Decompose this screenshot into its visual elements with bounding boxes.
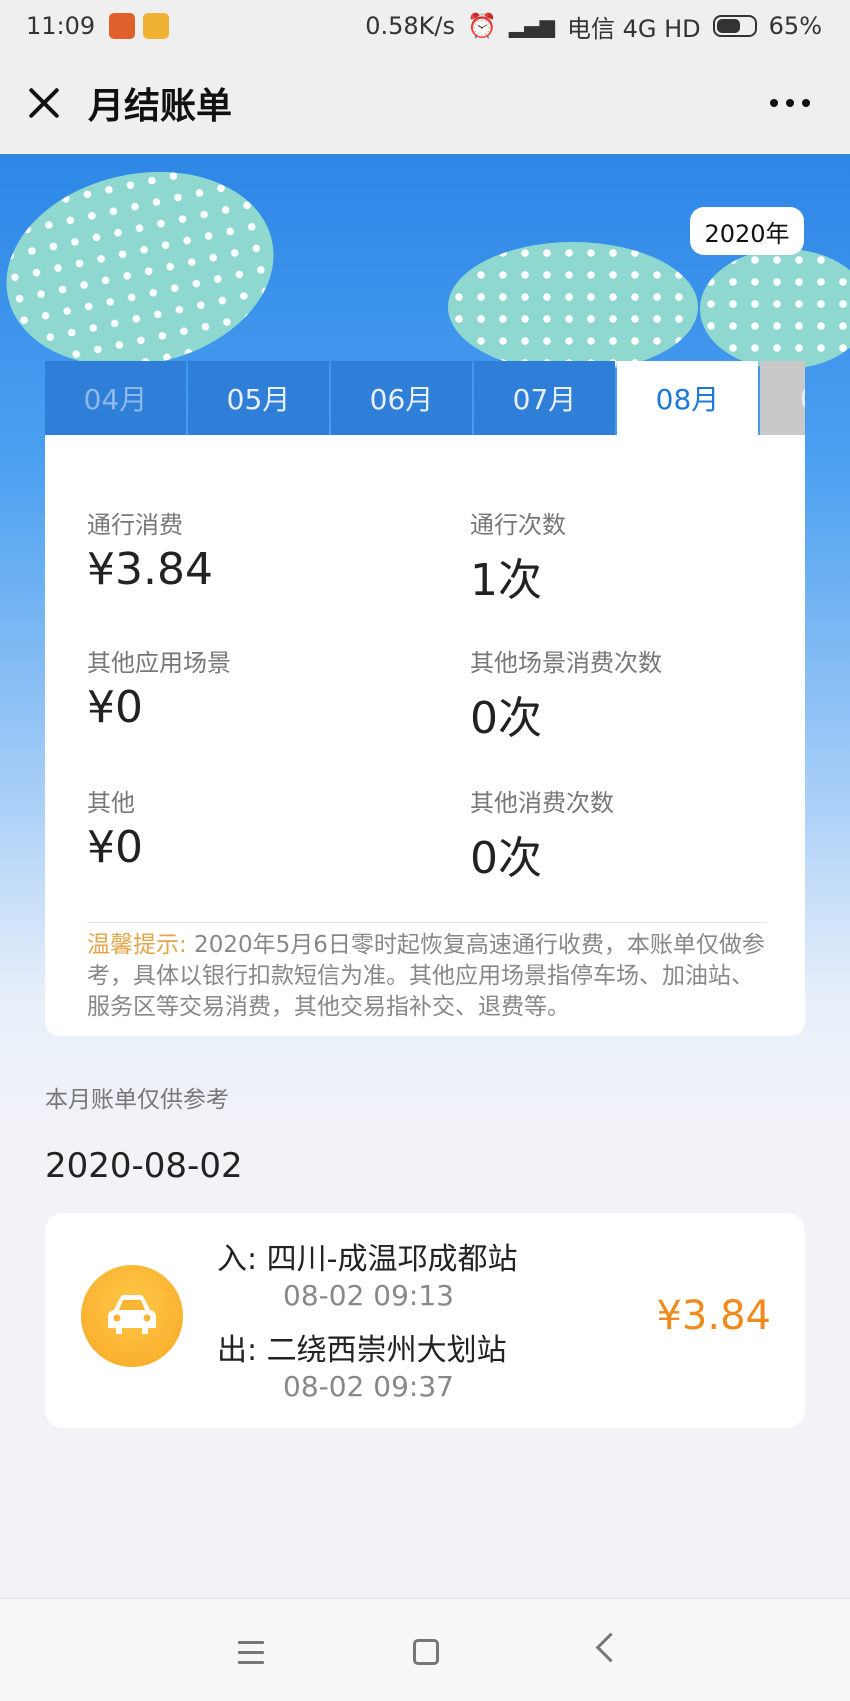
- car-icon: [108, 1295, 156, 1334]
- stat-label: 其他场景消费次数: [470, 649, 662, 677]
- trip-entry-time: 08-02 09:13: [283, 1279, 454, 1312]
- network-speed: 0.58K/s: [365, 12, 455, 40]
- stat-label: 通行消费: [87, 511, 183, 539]
- year-selector[interactable]: 2020年: [690, 207, 804, 255]
- app-notification-icon-2: [143, 13, 170, 39]
- trip-date: 2020-08-02: [45, 1146, 243, 1186]
- battery-percent: 65%: [768, 12, 822, 40]
- tip-label: 温馨提示:: [87, 932, 187, 958]
- stat-toll-spend: 通行消费 ¥3.84: [87, 505, 213, 595]
- tab-month-active[interactable]: 08月: [617, 361, 758, 435]
- battery-icon: [712, 15, 757, 37]
- stat-value: 1次: [470, 555, 542, 606]
- page-title: 月结账单: [88, 86, 233, 127]
- stat-label: 通行次数: [470, 511, 566, 539]
- tab-month[interactable]: 04月: [45, 361, 186, 435]
- stat-value: ¥0: [87, 822, 143, 873]
- system-nav-bar: [0, 1598, 850, 1701]
- trip-card[interactable]: 入: 四川-成温邛成都站 08-02 09:13 出: 二绕西崇州大划站 08-…: [45, 1213, 805, 1428]
- signal-icon: ▂▄▆: [508, 14, 555, 38]
- back-icon[interactable]: [595, 1632, 626, 1663]
- carrier-label: 电信 4G HD: [567, 14, 701, 43]
- app-notification-icon: [109, 13, 136, 39]
- tip-body: 2020年5月6日零时起恢复高速通行收费，本账单仅做参考，具体以银行扣款短信为准…: [87, 932, 765, 1020]
- stat-value: 0次: [470, 693, 542, 744]
- tab-month[interactable]: 05月: [188, 361, 329, 435]
- stat-toll-count: 通行次数 1次: [470, 505, 566, 608]
- divider: [87, 922, 767, 923]
- summary-card: 通行消费 ¥3.84 通行次数 1次 其他应用场景 ¥0 其他场景消费次数 0次…: [45, 435, 805, 1036]
- redacted-blob: [700, 249, 850, 369]
- battery-fill: [716, 19, 741, 33]
- alarm-icon: ⏰: [466, 12, 497, 40]
- trip-entry: 入: 四川-成温邛成都站: [217, 1242, 518, 1277]
- redacted-blob: [448, 242, 698, 372]
- tab-month[interactable]: 07月: [474, 361, 615, 435]
- status-time: 11:09: [26, 12, 96, 40]
- stat-label: 其他: [87, 789, 135, 817]
- status-bar: 11:09 0.58K/s ⏰ ▂▄▆ 电信 4G HD 65%: [0, 0, 850, 52]
- status-right: 0.58K/s ⏰ ▂▄▆ 电信 4G HD 65%: [365, 9, 822, 44]
- trip-exit: 出: 二绕西崇州大划站: [217, 1333, 507, 1368]
- title-bar: 月结账单: [0, 52, 850, 154]
- bill-note: 本月账单仅供参考: [45, 1087, 229, 1113]
- stat-value: 0次: [470, 833, 542, 884]
- stat-other-scene-count: 其他场景消费次数 0次: [470, 643, 662, 746]
- trip-exit-time: 08-02 09:37: [283, 1370, 454, 1403]
- month-tabs: 04月 05月 06月 07月 08月 0: [45, 361, 805, 435]
- more-icon[interactable]: [770, 99, 810, 107]
- home-icon[interactable]: [413, 1639, 439, 1665]
- stat-other-scene: 其他应用场景 ¥0: [87, 643, 231, 733]
- stat-value: ¥3.84: [87, 544, 213, 595]
- tab-month-next[interactable]: 0: [760, 361, 805, 435]
- menu-icon[interactable]: [238, 1641, 264, 1671]
- redacted-blob: [0, 148, 292, 390]
- trip-amount: ¥3.84: [656, 1293, 771, 1339]
- car-badge: [81, 1265, 183, 1367]
- close-icon[interactable]: [24, 83, 64, 123]
- stat-other: 其他 ¥0: [87, 783, 143, 873]
- stat-label: 其他消费次数: [470, 789, 614, 817]
- tab-month[interactable]: 06月: [331, 361, 472, 435]
- tip-text: 温馨提示: 2020年5月6日零时起恢复高速通行收费，本账单仅做参考，具体以银行…: [87, 930, 767, 1023]
- stat-other-count: 其他消费次数 0次: [470, 783, 614, 886]
- stat-value: ¥0: [87, 682, 143, 733]
- stat-label: 其他应用场景: [87, 649, 231, 677]
